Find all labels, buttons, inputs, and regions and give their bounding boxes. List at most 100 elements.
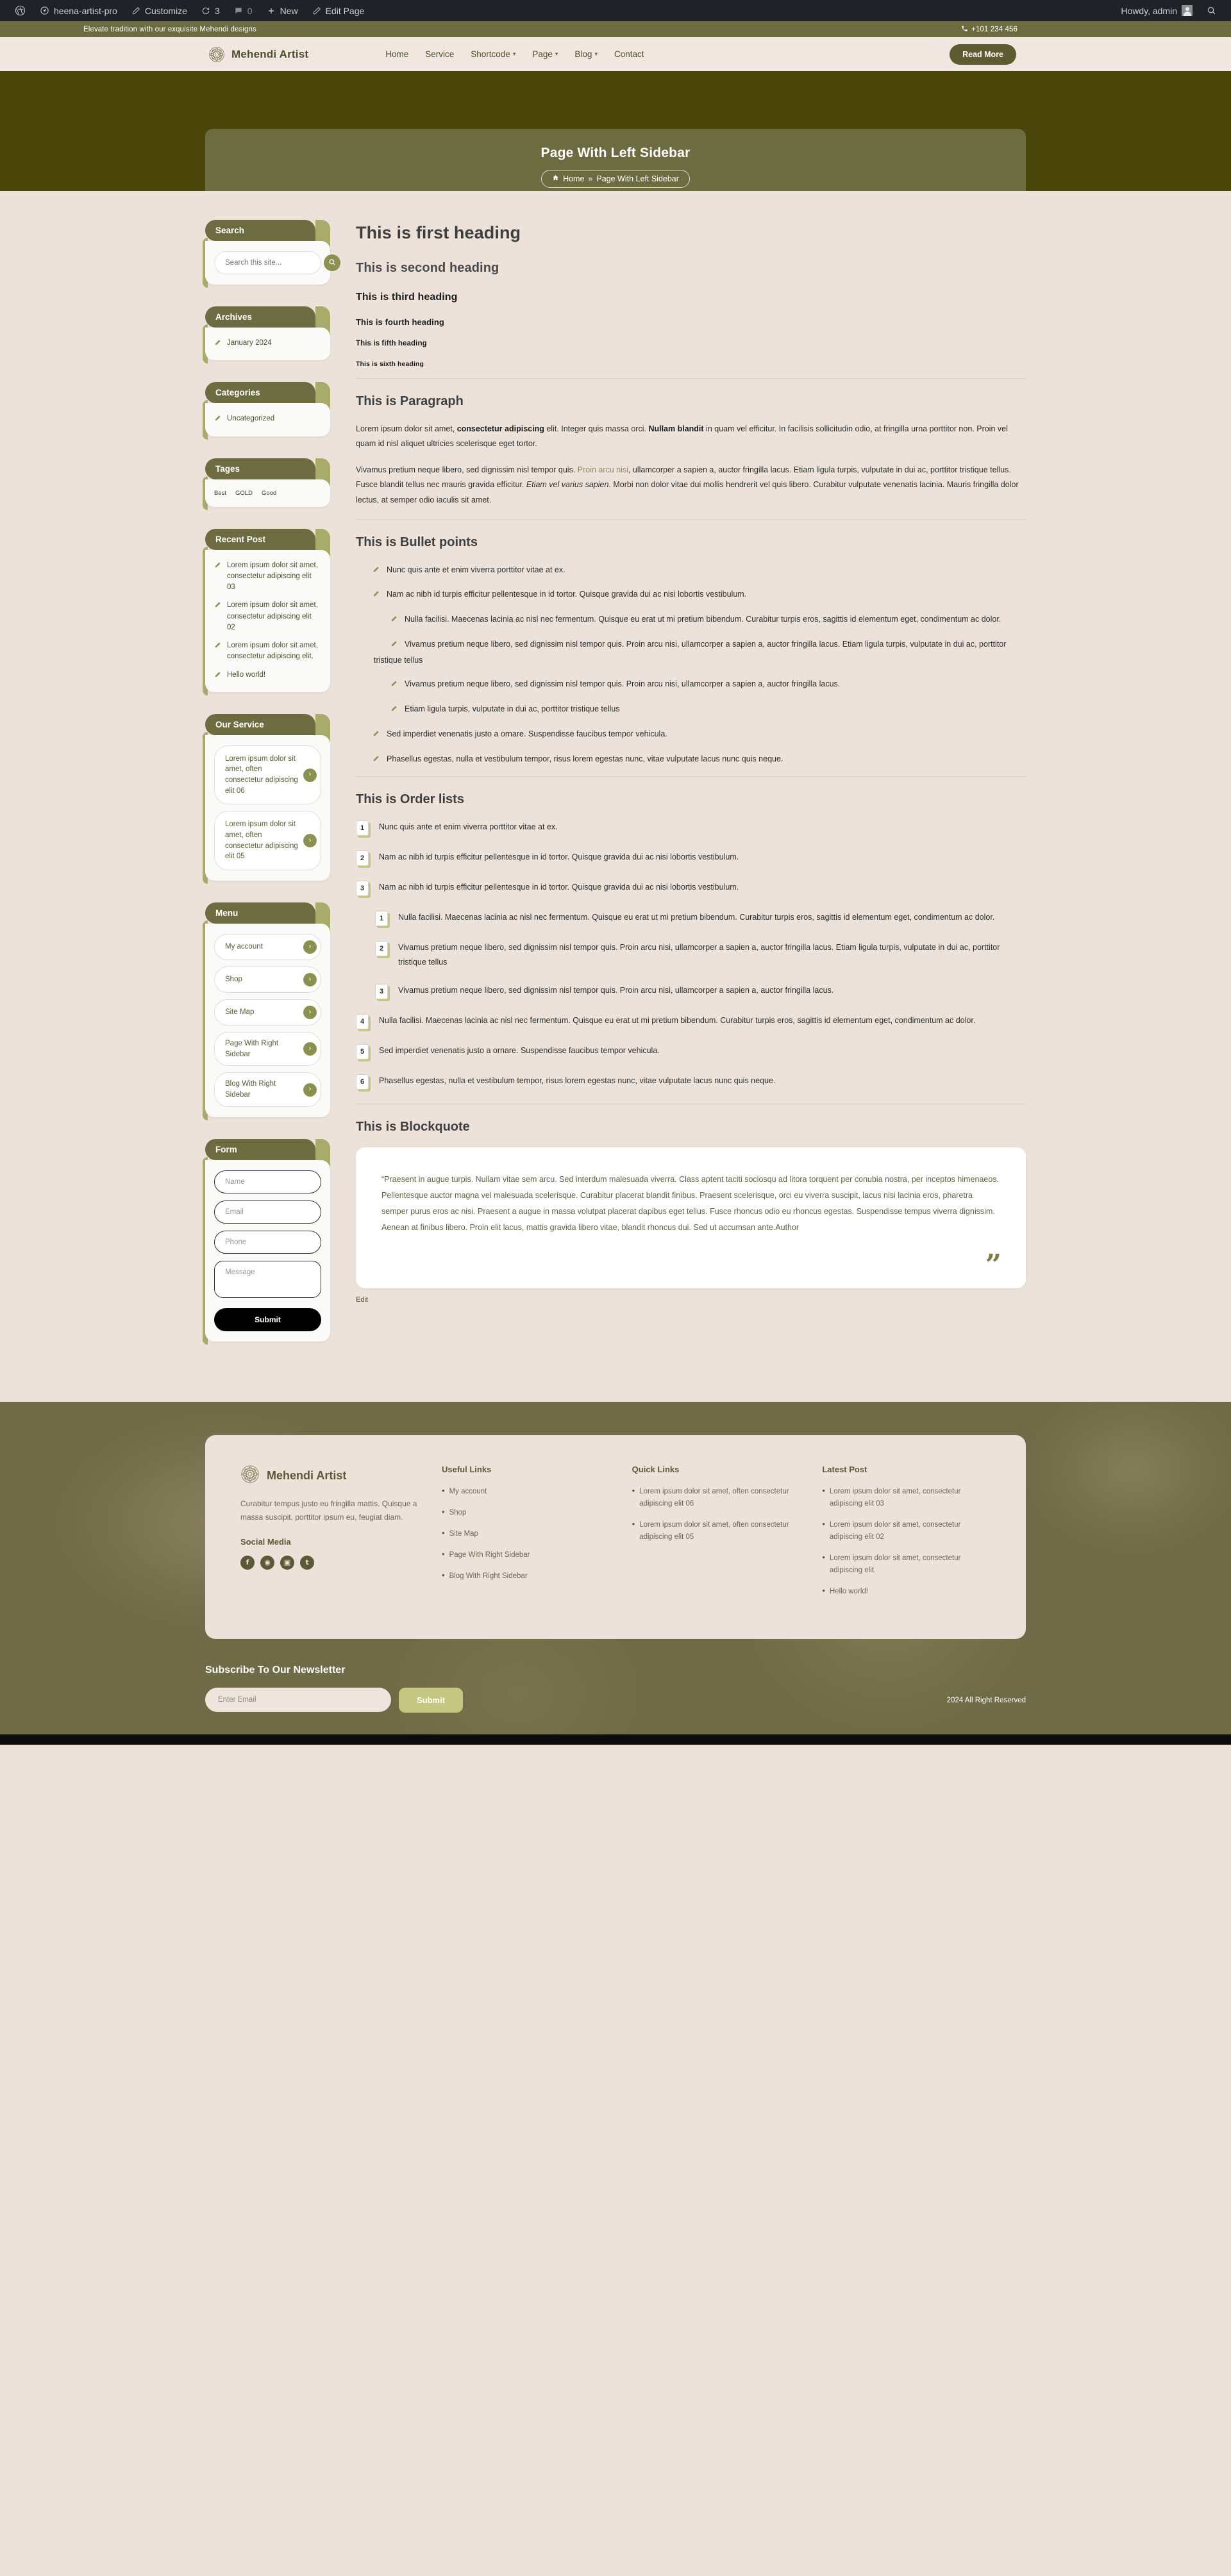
menu-item-blog-with-right-sidebar[interactable]: Blog With Right Sidebar › [214,1072,321,1107]
footer-bottom-bar [0,1734,1231,1745]
site-name-menu[interactable]: heena-artist-pro [33,0,124,21]
recent-post-link[interactable]: Lorem ipsum dolor sit amet, consectetur … [227,640,321,663]
list-item[interactable]: • Lorem ipsum dolor sit amet, often conse… [632,1486,801,1510]
nav-item-contact[interactable]: Contact [614,49,644,59]
bullet-section-title: This is Bullet points [356,535,478,549]
chevron-right-icon: › [303,1006,317,1020]
name-field[interactable] [214,1170,321,1193]
search-submit-button[interactable] [324,254,340,271]
phone-field[interactable] [214,1230,321,1254]
nav-item-home[interactable]: Home [385,49,408,59]
instagram-icon[interactable]: ◉ [260,1555,274,1570]
pencil-icon [214,561,221,572]
menu-item-my-account[interactable]: My account › [214,934,321,961]
link-label: Lorem ipsum dolor sit amet, often consec… [639,1487,789,1508]
list-item[interactable]: • Hello world! [822,1586,991,1598]
breadcrumb-current: Page With Left Sidebar [596,174,679,183]
breadcrumb-home[interactable]: Home [563,174,584,183]
customize-button[interactable]: Customize [124,0,194,21]
recent-post-link[interactable]: Hello world! [227,670,265,681]
updates-button[interactable]: 3 [194,0,227,21]
brand-logo-link[interactable]: Mehendi Artist [208,46,308,63]
newsletter-email-input[interactable] [205,1688,391,1713]
order-text: Phasellus egestas, nulla et vestibulum t… [379,1076,776,1086]
menu-item-page-with-right-sidebar[interactable]: Page With Right Sidebar › [214,1032,321,1067]
phone-block[interactable]: +101 234 456 [961,25,1017,34]
nav-item-shortcode[interactable]: Shortcode ▾ [471,49,515,59]
nav-item-page[interactable]: Page ▾ [532,49,558,59]
tag-link[interactable]: Good [262,490,276,497]
paragraph-1: Lorem ipsum dolor sit amet, consectetur … [356,422,1026,451]
list-item[interactable]: • Lorem ipsum dolor sit amet, consectetur… [822,1552,991,1577]
read-more-button[interactable]: Read More [950,44,1016,65]
list-item[interactable]: Lorem ipsum dolor sit amet, consectetur … [214,560,321,594]
category-link[interactable]: Uncategorized [227,413,274,424]
edit-link[interactable]: Edit [356,1296,368,1304]
widget-body: Submit [205,1159,330,1342]
widget-title: Recent Post [205,528,315,550]
order-text: Nunc quis ante et enim viverra porttitor… [379,822,558,832]
new-content-button[interactable]: New [260,0,305,21]
heading-6-sample: This is sixth heading [356,360,424,368]
footer-latest-post: Latest Post • Lorem ipsum dolor sit amet,… [822,1465,991,1607]
bullet-dot-icon: • [632,1518,635,1529]
bullet-item: Nulla facilisi. Maecenas lacinia ac nisl… [374,612,1026,628]
newsletter-submit-button[interactable]: Submit [399,1687,464,1713]
list-item[interactable]: Uncategorized [214,413,321,426]
bullet-item: Phasellus egestas, nulla et vestibulum t… [356,752,1026,768]
list-item[interactable]: • Lorem ipsum dolor sit amet, often conse… [632,1519,801,1543]
email-field[interactable] [214,1200,321,1224]
facebook-icon[interactable]: f [240,1555,255,1570]
section-divider [356,776,1026,777]
order-number: 5 [356,1044,369,1060]
list-item[interactable]: • Page With Right Sidebar [442,1549,610,1561]
dashboard-icon [40,6,49,15]
search-input[interactable] [225,255,324,270]
archive-link[interactable]: January 2024 [227,338,272,349]
menu-item-site-map[interactable]: Site Map › [214,999,321,1026]
footer-brand[interactable]: Mehendi Artist [240,1465,420,1487]
comments-button[interactable]: 0 [227,0,260,21]
menu-item-shop[interactable]: Shop › [214,967,321,993]
list-item[interactable]: Lorem ipsum dolor sit amet, consectetur … [214,600,321,633]
recent-post-link[interactable]: Lorem ipsum dolor sit amet, consectetur … [227,560,321,594]
twitter-icon[interactable]: t [300,1555,314,1570]
nav-label: Shortcode [471,49,510,59]
content-wrapper: Search Search this site... Archives Janu… [203,191,1026,1402]
post-label: Lorem ipsum dolor sit amet, consectetur … [829,1554,961,1574]
ordered-item: 6 Phasellus egestas, nulla et vestibulum… [356,1074,1026,1090]
bullet-text: Etiam ligula turpis, vulputate in dui ac… [405,704,620,714]
service-item[interactable]: Lorem ipsum dolor sit amet, often consec… [214,811,321,871]
list-item[interactable]: Hello world! [214,670,321,682]
tag-link[interactable]: Best [214,490,226,497]
list-item[interactable]: • Site Map [442,1528,610,1540]
customize-label: Customize [144,5,187,16]
list-item[interactable]: • My account [442,1486,610,1498]
list-item[interactable]: • Shop [442,1507,610,1519]
bullet-text: Vivamus pretium neque libero, sed dignis… [374,639,1007,665]
nav-item-service[interactable]: Service [425,49,454,59]
account-menu[interactable]: Howdy, admin [1114,0,1200,21]
form-submit-button[interactable]: Submit [214,1308,321,1331]
edit-page-button[interactable]: Edit Page [305,0,372,21]
adminbar-search-button[interactable] [1200,0,1223,21]
list-item[interactable]: • Lorem ipsum dolor sit amet, consectetur… [822,1486,991,1510]
list-item[interactable]: Lorem ipsum dolor sit amet, consectetur … [214,640,321,663]
list-item[interactable]: • Blog With Right Sidebar [442,1570,610,1583]
list-item[interactable]: January 2024 [214,338,321,350]
link-label: Page With Right Sidebar [449,1550,530,1559]
service-item[interactable]: Lorem ipsum dolor sit amet, often consec… [214,745,321,805]
recent-post-link[interactable]: Lorem ipsum dolor sit amet, consectetur … [227,600,321,633]
bullet-list: Nunc quis ante et enim viverra porttitor… [356,563,1026,604]
social-media-title: Social Media [240,1536,291,1547]
tag-link[interactable]: GOLD [235,490,253,497]
message-field[interactable] [214,1260,321,1298]
wordpress-logo-menu[interactable] [8,0,33,21]
breadcrumb-separator: » [588,174,593,183]
nav-item-blog[interactable]: Blog ▾ [574,49,598,59]
widget-form: Form Submit [203,1138,330,1345]
linkedin-icon[interactable]: ▣ [280,1555,294,1570]
list-item[interactable]: • Lorem ipsum dolor sit amet, consectetur… [822,1519,991,1543]
pencil-icon [214,415,221,426]
p2-inline-link[interactable]: Proin arcu nisi [578,465,628,474]
